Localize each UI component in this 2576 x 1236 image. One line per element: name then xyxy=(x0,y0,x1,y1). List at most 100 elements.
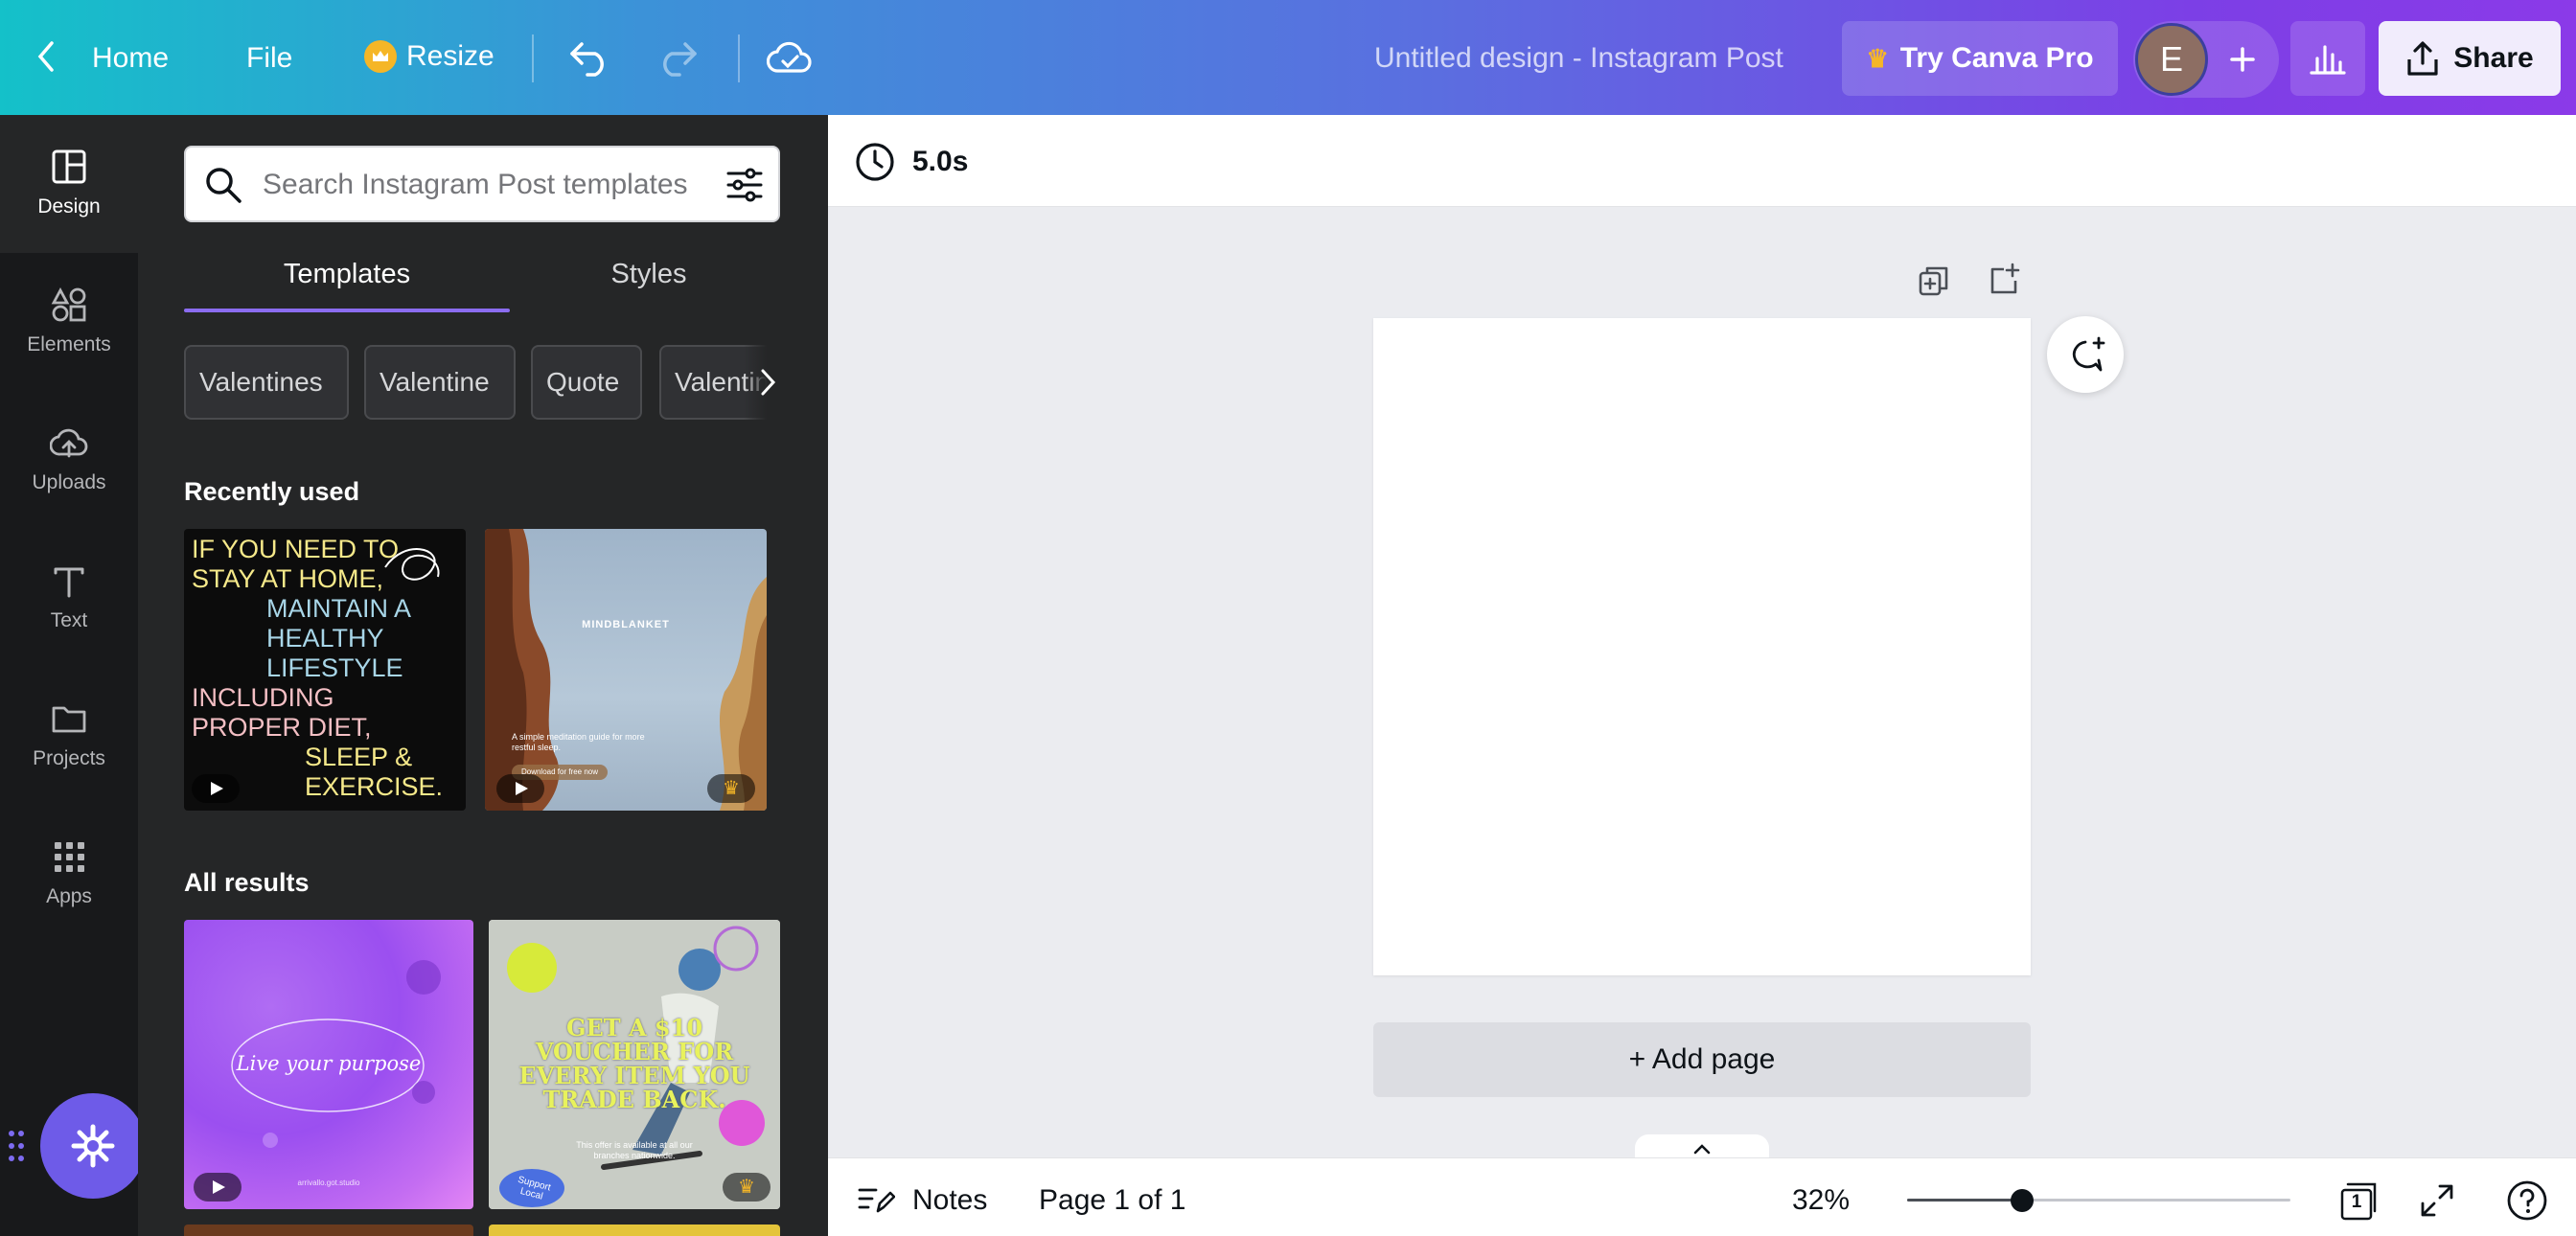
rail-label: Apps xyxy=(46,885,92,907)
scribble-decoration-icon xyxy=(384,548,440,581)
rail-label: Text xyxy=(50,609,88,631)
rail-item-elements[interactable]: Elements xyxy=(0,253,138,391)
template-thumbnail-partial[interactable] xyxy=(184,1225,473,1236)
insights-chart-icon[interactable] xyxy=(2290,21,2365,96)
add-collaborator-icon[interactable] xyxy=(2216,33,2269,86)
share-label: Share xyxy=(2453,42,2534,74)
thumb-small-text: This offer is available at all our branc… xyxy=(576,1140,693,1160)
cloud-upload-icon xyxy=(49,423,88,462)
add-page-button[interactable]: + Add page xyxy=(1373,1022,2031,1097)
tab-templates[interactable]: Templates xyxy=(184,259,510,290)
thumb-line: GET A $10 xyxy=(565,1014,703,1041)
template-thumbnail-voucher[interactable]: GET A $10 VOUCHER FOR EVERY ITEM YOU TRA… xyxy=(489,920,780,1209)
thumb-line: HEALTHY xyxy=(266,624,384,652)
crown-icon: ♛ xyxy=(1866,43,1889,73)
redo-icon[interactable] xyxy=(656,38,699,77)
template-thumbnail-live-your-purpose[interactable]: Live your purpose arrivallo.got.studio xyxy=(184,920,473,1209)
rail-label: Elements xyxy=(27,333,111,355)
video-play-icon xyxy=(496,774,544,803)
share-button[interactable]: Share xyxy=(2379,21,2561,96)
shapes-icon xyxy=(50,286,88,324)
clock-icon[interactable] xyxy=(855,142,895,182)
chips-scroll-right-icon[interactable] xyxy=(744,345,786,420)
thumb-title: MINDBLANKET xyxy=(582,619,670,630)
chevron-up-icon xyxy=(1693,1144,1711,1155)
file-menu-button[interactable]: File xyxy=(246,42,292,75)
design-page-canvas[interactable] xyxy=(1373,318,2031,975)
thumb-script-text: Live your purpose xyxy=(236,1052,422,1075)
chip-valentine[interactable]: Valentine xyxy=(364,345,516,420)
zoom-slider[interactable] xyxy=(1907,1186,2290,1215)
templates-panel: Search Instagram Post templates Template… xyxy=(138,115,828,1236)
document-title[interactable]: Untitled design - Instagram Post xyxy=(1374,42,1783,75)
magic-assistant-button[interactable] xyxy=(40,1093,146,1199)
video-play-icon xyxy=(194,1173,242,1202)
search-icon xyxy=(206,168,242,203)
thumb-subtitle: A simple meditation guide for more restf… xyxy=(512,732,645,752)
notes-icon[interactable] xyxy=(857,1182,895,1217)
template-thumbnail-mindblanket[interactable]: MINDBLANKET A simple meditation guide fo… xyxy=(485,529,767,811)
text-icon xyxy=(50,561,88,600)
search-placeholder: Search Instagram Post templates xyxy=(263,169,688,200)
drag-handle-dots-icon[interactable] xyxy=(8,1129,25,1163)
video-play-icon xyxy=(192,774,240,803)
recently-used-heading: Recently used xyxy=(184,477,360,506)
rail-item-text[interactable]: Text xyxy=(0,529,138,667)
resize-button[interactable]: Resize xyxy=(364,40,494,73)
pro-crown-icon: ♛ xyxy=(723,1173,770,1202)
thumb-line: MAINTAIN A xyxy=(266,594,412,623)
tab-styles[interactable]: Styles xyxy=(510,259,788,290)
try-canva-pro-button[interactable]: ♛ Try Canva Pro xyxy=(1842,21,2118,96)
filter-sliders-icon[interactable] xyxy=(724,165,765,205)
try-pro-label: Try Canva Pro xyxy=(1899,42,2094,74)
thumb-line: PROPER DIET, xyxy=(192,713,372,742)
help-icon[interactable] xyxy=(2505,1179,2549,1223)
grid-icon xyxy=(50,837,88,876)
rail-item-uploads[interactable]: Uploads xyxy=(0,391,138,529)
page-count: 1 xyxy=(2351,1192,2362,1212)
page-duration[interactable]: 5.0s xyxy=(912,146,968,178)
thumb-line: VOUCHER FOR xyxy=(535,1038,734,1065)
template-thumbnail-partial[interactable] xyxy=(489,1225,780,1236)
divider xyxy=(532,34,534,82)
share-upload-icon xyxy=(2405,40,2440,77)
notes-button[interactable]: Notes xyxy=(912,1184,987,1217)
page-grid-view-button[interactable]: 1 xyxy=(2338,1180,2380,1221)
all-results-heading: All results xyxy=(184,868,310,897)
zoom-percentage[interactable]: 32% xyxy=(1792,1184,1850,1217)
comment-plus-icon xyxy=(2072,336,2105,372)
rail-label: Design xyxy=(37,195,101,217)
fullscreen-expand-icon[interactable] xyxy=(2417,1180,2457,1221)
rail-label: Uploads xyxy=(32,471,106,493)
template-thumbnail-stay-home[interactable]: IF YOU NEED TO STAY AT HOME, MAINTAIN A … xyxy=(184,529,466,811)
thumb-line: TRADE BACK. xyxy=(542,1086,726,1113)
add-comment-button[interactable] xyxy=(2047,316,2124,393)
avatar[interactable]: E xyxy=(2135,23,2208,96)
search-input[interactable]: Search Instagram Post templates xyxy=(184,146,780,222)
folder-icon xyxy=(50,699,88,738)
sparkle-icon xyxy=(71,1124,115,1168)
page-indicator[interactable]: Page 1 of 1 xyxy=(1039,1184,1185,1217)
rail-label: Projects xyxy=(33,747,105,769)
thumb-line: SLEEP & xyxy=(305,743,413,771)
chip-valentines[interactable]: Valentines xyxy=(184,345,349,420)
back-chevron-icon[interactable] xyxy=(36,40,56,73)
rail-item-projects[interactable]: Projects xyxy=(0,667,138,805)
resize-label: Resize xyxy=(406,40,494,72)
thumb-line: LIFESTYLE xyxy=(266,653,403,682)
thumb-line: EVERY ITEM YOU xyxy=(518,1062,750,1089)
add-page-icon[interactable] xyxy=(1987,262,2021,296)
layout-icon xyxy=(50,148,88,186)
duplicate-page-icon[interactable] xyxy=(1917,263,1951,298)
undo-icon[interactable] xyxy=(568,38,610,77)
home-button[interactable]: Home xyxy=(92,42,169,75)
divider xyxy=(738,34,740,82)
rail-item-design[interactable]: Design xyxy=(0,115,138,253)
rail-item-apps[interactable]: Apps xyxy=(0,805,138,943)
chip-quote[interactable]: Quote xyxy=(531,345,642,420)
timing-toolbar: 5.0s xyxy=(828,115,2576,207)
cloud-saved-icon[interactable] xyxy=(767,38,813,77)
zoom-slider-thumb[interactable] xyxy=(2011,1189,2034,1212)
zoom-slider-fill xyxy=(1907,1199,2022,1202)
thumb-line: INCLUDING xyxy=(192,683,334,712)
